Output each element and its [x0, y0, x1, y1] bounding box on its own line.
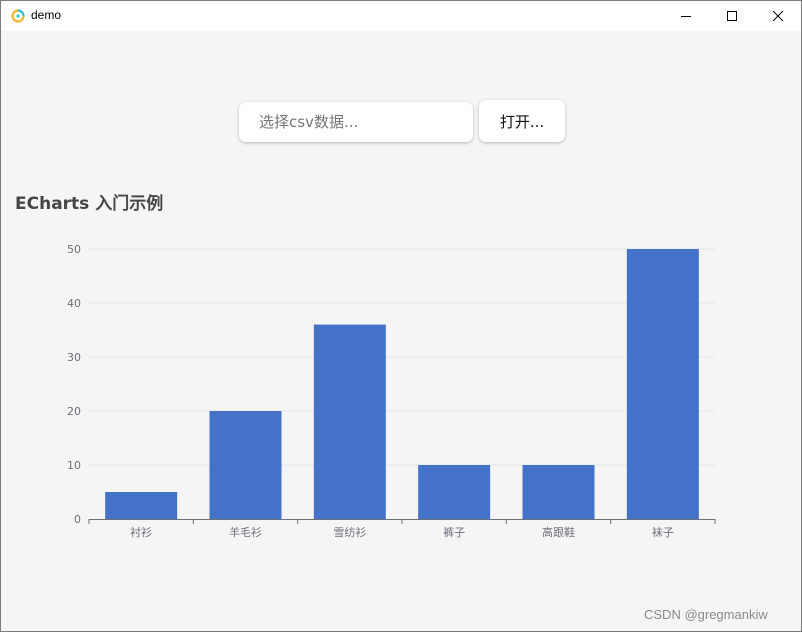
chart-bars	[105, 249, 699, 519]
x-tick-label: 雪纺衫	[333, 525, 366, 539]
bar	[209, 411, 282, 519]
bar	[626, 249, 699, 519]
x-tick-label: 袜子	[652, 525, 674, 539]
x-tick-label: 高跟鞋	[542, 525, 575, 539]
y-tick-label: 10	[67, 459, 81, 472]
chart-title: ECharts 入门示例	[15, 193, 163, 214]
x-axis-labels: 衬衫 羊毛衫 雪纺衫 裤子 高跟鞋 袜子	[130, 525, 674, 539]
x-tick-label: 裤子	[443, 525, 465, 539]
bar	[313, 324, 386, 519]
x-tick-label: 羊毛衫	[229, 525, 262, 539]
watermark-text: CSDN @gregmankiw	[644, 607, 768, 622]
y-tick-label: 0	[74, 513, 81, 526]
chart-grid	[89, 248, 715, 466]
y-tick-label: 20	[67, 405, 81, 418]
bar	[522, 465, 595, 519]
bar-chart: ECharts 入门示例 0 10 20 30 40 50 衬衫 羊毛衫 雪纺衫 裤子 高跟鞋 袜子	[15, 193, 716, 539]
bar	[418, 465, 491, 519]
y-axis-labels: 0 10 20 30 40 50	[67, 243, 81, 526]
app-window: demo 打开... ECharts 入门示例 01020304050 衬衫羊毛…	[0, 0, 802, 632]
y-tick-label: 30	[67, 351, 81, 364]
y-tick-label: 40	[67, 297, 81, 310]
x-tick-label: 衬衫	[130, 526, 152, 539]
bar	[105, 492, 178, 519]
x-axis	[88, 519, 716, 524]
y-tick-label: 50	[67, 243, 81, 256]
